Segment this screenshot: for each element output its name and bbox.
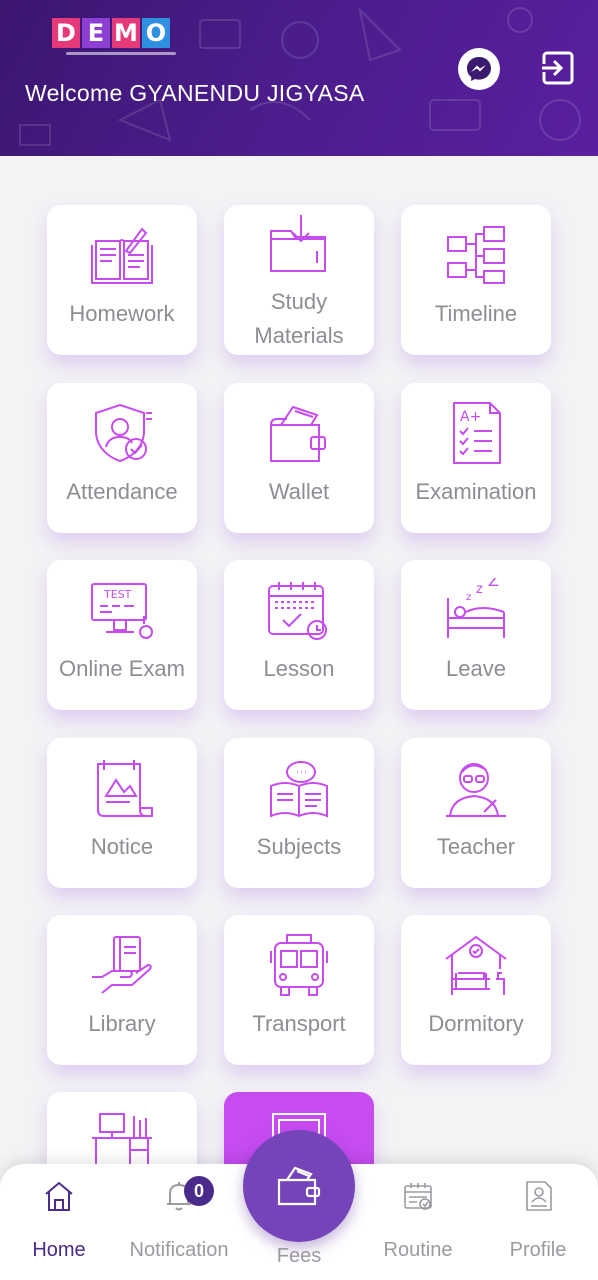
tile-label: Homework: [69, 301, 175, 326]
nav-label-routine: Routine: [383, 1239, 453, 1261]
nav-home[interactable]: Home: [0, 1164, 118, 1280]
logo-letter-m: M: [112, 18, 140, 48]
study-materials-icon: [270, 215, 326, 272]
lesson-icon: [268, 582, 327, 640]
calendar-icon: [404, 1183, 432, 1210]
tile-lesson[interactable]: Lesson: [224, 560, 374, 710]
wallet-icon: [270, 405, 326, 462]
tile-label: Dormitory: [428, 1011, 524, 1036]
tile-label: Transport: [252, 1011, 346, 1036]
home-icon: [45, 1181, 73, 1211]
online-exam-icon: TEST: [91, 583, 153, 639]
tile-label: Timeline: [434, 301, 518, 326]
nav-routine[interactable]: Routine: [359, 1164, 477, 1280]
notification-badge: 0: [184, 1176, 214, 1206]
subjects-icon: [270, 761, 328, 818]
tile-label: Attendance: [66, 479, 178, 504]
tile-transport[interactable]: Transport: [224, 915, 374, 1065]
svg-text:z: z: [476, 582, 483, 597]
tile-label: Lesson: [263, 656, 335, 681]
tile-label: Examination: [415, 479, 537, 504]
library-icon: [92, 936, 152, 994]
tile-homework[interactable]: Homework: [47, 205, 197, 355]
tile-library[interactable]: Library: [47, 915, 197, 1065]
tile-online-exam[interactable]: TEST Online Exam: [47, 560, 197, 710]
tile-notice[interactable]: Notice: [47, 738, 197, 888]
tile-label: Notice: [90, 834, 154, 859]
messenger-button[interactable]: [458, 48, 500, 90]
tile-attendance[interactable]: Attendance: [47, 383, 197, 533]
tile-examination[interactable]: A+ Examination: [401, 383, 551, 533]
demo-logo: D E M O: [52, 18, 170, 48]
nav-profile[interactable]: Profile: [479, 1164, 597, 1280]
tile-dormitory[interactable]: Dormitory: [401, 915, 551, 1065]
logo-tagline-line: [66, 52, 176, 55]
nav-label-profile: Profile: [509, 1239, 567, 1261]
svg-text:Z: Z: [488, 578, 499, 590]
svg-text:A+: A+: [460, 409, 481, 425]
nav-label-fees: Fees: [276, 1245, 322, 1267]
tile-subjects[interactable]: Subjects: [224, 738, 374, 888]
tile-wallet[interactable]: Wallet: [224, 383, 374, 533]
tile-label: Leave: [446, 656, 506, 681]
attendance-icon: [95, 403, 152, 463]
tile-label-line1: Study: [270, 289, 328, 314]
notice-icon: [97, 760, 153, 817]
logo-letter-o: O: [142, 18, 170, 48]
tile-study-materials[interactable]: Study Materials: [224, 205, 374, 355]
nav-notification[interactable]: Notification: [120, 1164, 238, 1280]
dormitory-icon: [445, 935, 507, 995]
logo-letter-e: E: [82, 18, 110, 48]
tile-label: Online Exam: [59, 656, 185, 681]
teacher-icon: [446, 763, 506, 817]
nav-label-notification: Notification: [129, 1239, 229, 1261]
app-header: D E M O Welcome GYANENDU JIGYASA: [0, 0, 598, 156]
wallet-icon: [277, 1166, 321, 1206]
logo-letter-d: D: [52, 18, 80, 48]
leave-icon: z z Z: [447, 578, 505, 638]
tile-label: Wallet: [268, 479, 330, 504]
profile-card-icon: [526, 1181, 552, 1211]
logout-icon[interactable]: [538, 50, 576, 86]
timeline-icon: [447, 226, 505, 284]
svg-text:z: z: [466, 592, 471, 603]
transport-icon: [270, 934, 328, 996]
tile-timeline[interactable]: Timeline: [401, 205, 551, 355]
svg-text:TEST: TEST: [103, 588, 132, 601]
tile-leave[interactable]: z z Z Leave: [401, 560, 551, 710]
nav-label-home: Home: [32, 1239, 86, 1261]
messenger-icon: [467, 57, 491, 81]
tile-label: Library: [88, 1011, 156, 1036]
tile-teacher[interactable]: Teacher: [401, 738, 551, 888]
examination-icon: A+: [453, 402, 501, 464]
welcome-text: Welcome GYANENDU JIGYASA: [25, 80, 365, 106]
tile-label: Subjects: [256, 834, 342, 859]
tile-label: Teacher: [436, 834, 516, 859]
tile-label-line2: Materials: [254, 323, 344, 348]
fees-fab-button[interactable]: [243, 1130, 355, 1242]
homework-icon: [91, 227, 153, 284]
